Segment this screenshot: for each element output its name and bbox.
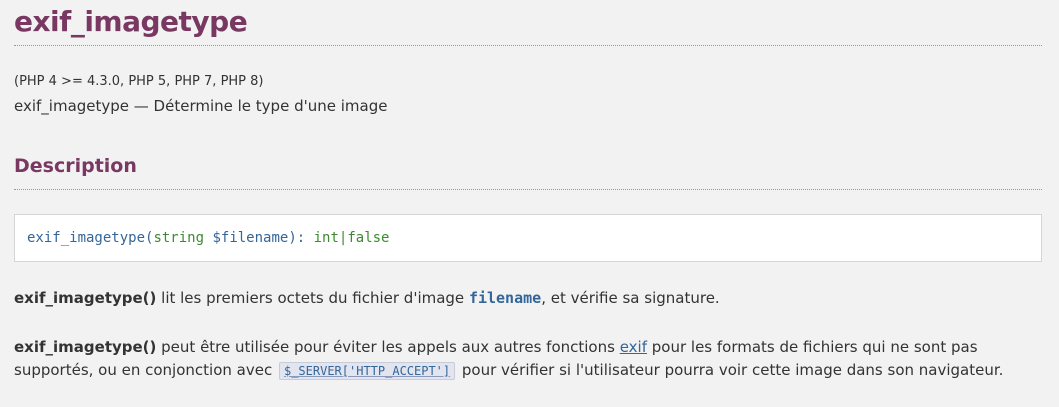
- synopsis-param-name: $filename: [212, 230, 289, 246]
- paragraph2-text-after: pour vérifier si l'utilisateur pourra vo…: [457, 361, 1004, 379]
- function-name-bold: exif_imagetype(): [14, 338, 157, 356]
- synopsis-param-type: string: [153, 230, 205, 246]
- title-divider: [14, 45, 1042, 46]
- page-title: exif_imagetype: [14, 5, 248, 38]
- version-info: (PHP 4 >= 4.3.0, PHP 5, PHP 7, PHP 8): [14, 74, 264, 89]
- synopsis-function-name: exif_imagetype: [27, 230, 146, 246]
- description-divider: [14, 189, 1042, 190]
- synopsis-close-paren: ):: [288, 230, 314, 246]
- description-heading: Description: [14, 155, 137, 177]
- description-paragraph-1: exif_imagetype() lit les premiers octets…: [14, 287, 1042, 310]
- server-http-accept-code-link[interactable]: $_SERVER['HTTP_ACCEPT']: [278, 362, 456, 380]
- function-name-bold: exif_imagetype(): [14, 289, 157, 307]
- paragraph1-text-after: , et vérifie sa signature.: [541, 289, 720, 307]
- function-purpose: exif_imagetype — Détermine le type d'une…: [14, 97, 388, 115]
- synopsis-return-type: int|false: [313, 230, 390, 246]
- parameter-filename: filename: [468, 289, 542, 307]
- description-paragraph-2: exif_imagetype() peut être utilisée pour…: [14, 336, 1042, 383]
- paragraph1-text-before: lit les premiers octets du fichier d'ima…: [156, 289, 469, 307]
- exif-link[interactable]: exif: [620, 338, 647, 356]
- synopsis-code: exif_imagetype(string $filename): int|fa…: [27, 228, 389, 248]
- method-synopsis: exif_imagetype(string $filename): int|fa…: [14, 214, 1042, 262]
- paragraph2-text-before: peut être utilisée pour éviter les appel…: [156, 338, 620, 356]
